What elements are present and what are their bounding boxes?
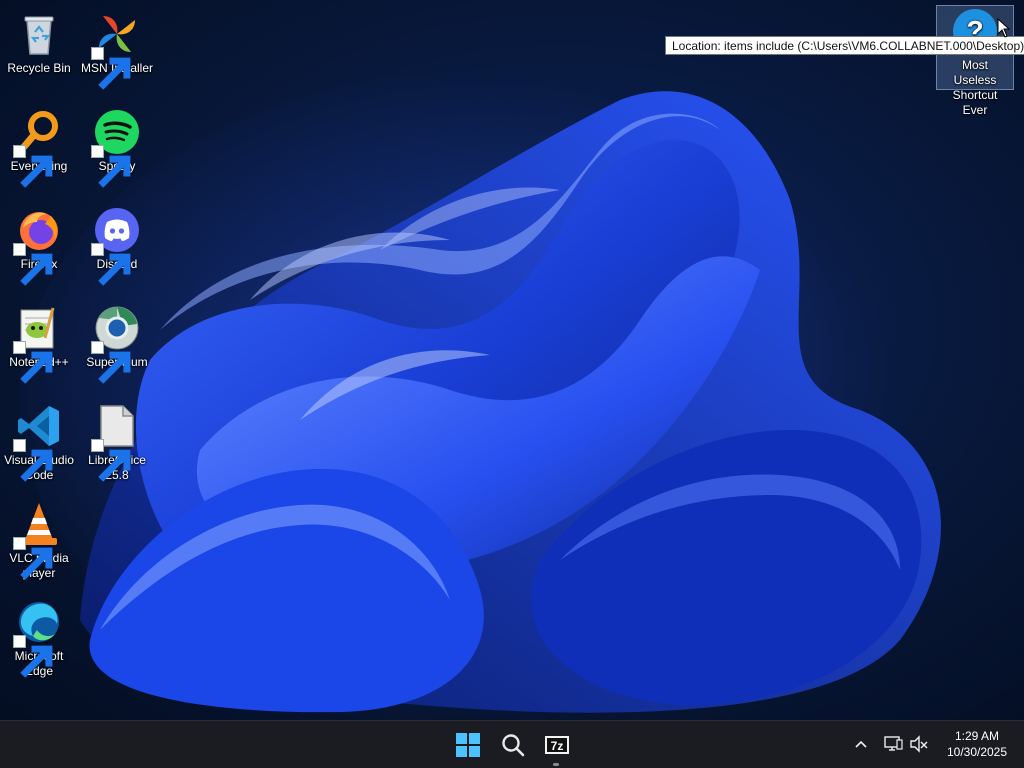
spotify-icon xyxy=(91,108,141,188)
clock-date: 10/30/2025 xyxy=(946,745,1008,759)
desktop-icon-everything[interactable]: Everything xyxy=(0,100,78,194)
desktop-icon-recycle-bin[interactable]: Recycle Bin xyxy=(0,2,78,96)
shortcut-arrow-icon xyxy=(91,243,131,286)
7zip-icon[interactable]: 7z xyxy=(541,729,573,761)
desktop-icon-label: Recycle Bin xyxy=(7,61,71,75)
shortcut-arrow-icon xyxy=(13,537,53,580)
svg-text:7z: 7z xyxy=(551,739,564,753)
shortcut-arrow-icon xyxy=(91,341,131,384)
desktop-icon-libreoffice[interactable]: LibreOffice 25.8 xyxy=(78,394,156,488)
supermium-icon xyxy=(91,304,141,384)
desktop-icon-label: Most Useless Shortcut Ever xyxy=(952,58,998,117)
shortcut-arrow-icon xyxy=(13,635,53,678)
msn-icon xyxy=(91,10,141,90)
windows-start-icon[interactable] xyxy=(452,729,484,761)
shortcut-arrow-icon xyxy=(91,145,131,188)
desktop-icon-supermium[interactable]: Supermium xyxy=(78,296,156,390)
desktop-icon-edge[interactable]: Microsoft Edge xyxy=(0,590,78,684)
shortcut-arrow-icon xyxy=(13,341,53,384)
desktop-icon-discord[interactable]: Discord xyxy=(78,198,156,292)
clock-time: 1:29 AM xyxy=(954,729,1000,743)
vscode-icon xyxy=(13,402,63,482)
running-indicator xyxy=(553,763,559,766)
desktop-icon-msn-installer[interactable]: MSN Installer xyxy=(78,2,156,96)
taskbar: 7z xyxy=(0,720,1024,768)
shortcut-arrow-icon xyxy=(91,47,131,90)
desktop-icon-notepad-plus-plus[interactable]: Notepad++ xyxy=(0,296,78,390)
desktop-icon-firefox[interactable]: Firefox xyxy=(0,198,78,292)
search-icon[interactable] xyxy=(497,729,529,761)
taskbar-clock[interactable]: 1:29 AM 10/30/2025 xyxy=(936,728,1018,760)
desktop-icon-vscode[interactable]: Visual Studio Code xyxy=(0,394,78,488)
shortcut-arrow-icon xyxy=(91,439,131,482)
desktop-icon-spotify[interactable]: Spotify xyxy=(78,100,156,194)
edge-icon xyxy=(13,598,63,678)
recycle-bin-icon xyxy=(15,10,63,58)
firefox-icon xyxy=(13,206,63,286)
mouse-cursor-icon xyxy=(997,17,1011,38)
volume-muted-icon[interactable] xyxy=(909,734,929,754)
shortcut-arrow-icon xyxy=(13,243,53,286)
discord-icon xyxy=(91,206,141,286)
everything-search-icon xyxy=(13,108,63,188)
vlc-icon xyxy=(13,500,63,580)
network-icon[interactable] xyxy=(883,734,903,754)
location-tooltip: Location: items include (C:\Users\VM6.CO… xyxy=(665,36,1024,55)
shortcut-arrow-icon xyxy=(13,145,53,188)
chevron-up-icon[interactable] xyxy=(853,736,869,752)
notepad-plus-plus-icon xyxy=(13,304,63,384)
libreoffice-icon xyxy=(91,402,141,482)
shortcut-arrow-icon xyxy=(13,439,53,482)
desktop-icon-vlc[interactable]: VLC media player xyxy=(0,492,78,586)
